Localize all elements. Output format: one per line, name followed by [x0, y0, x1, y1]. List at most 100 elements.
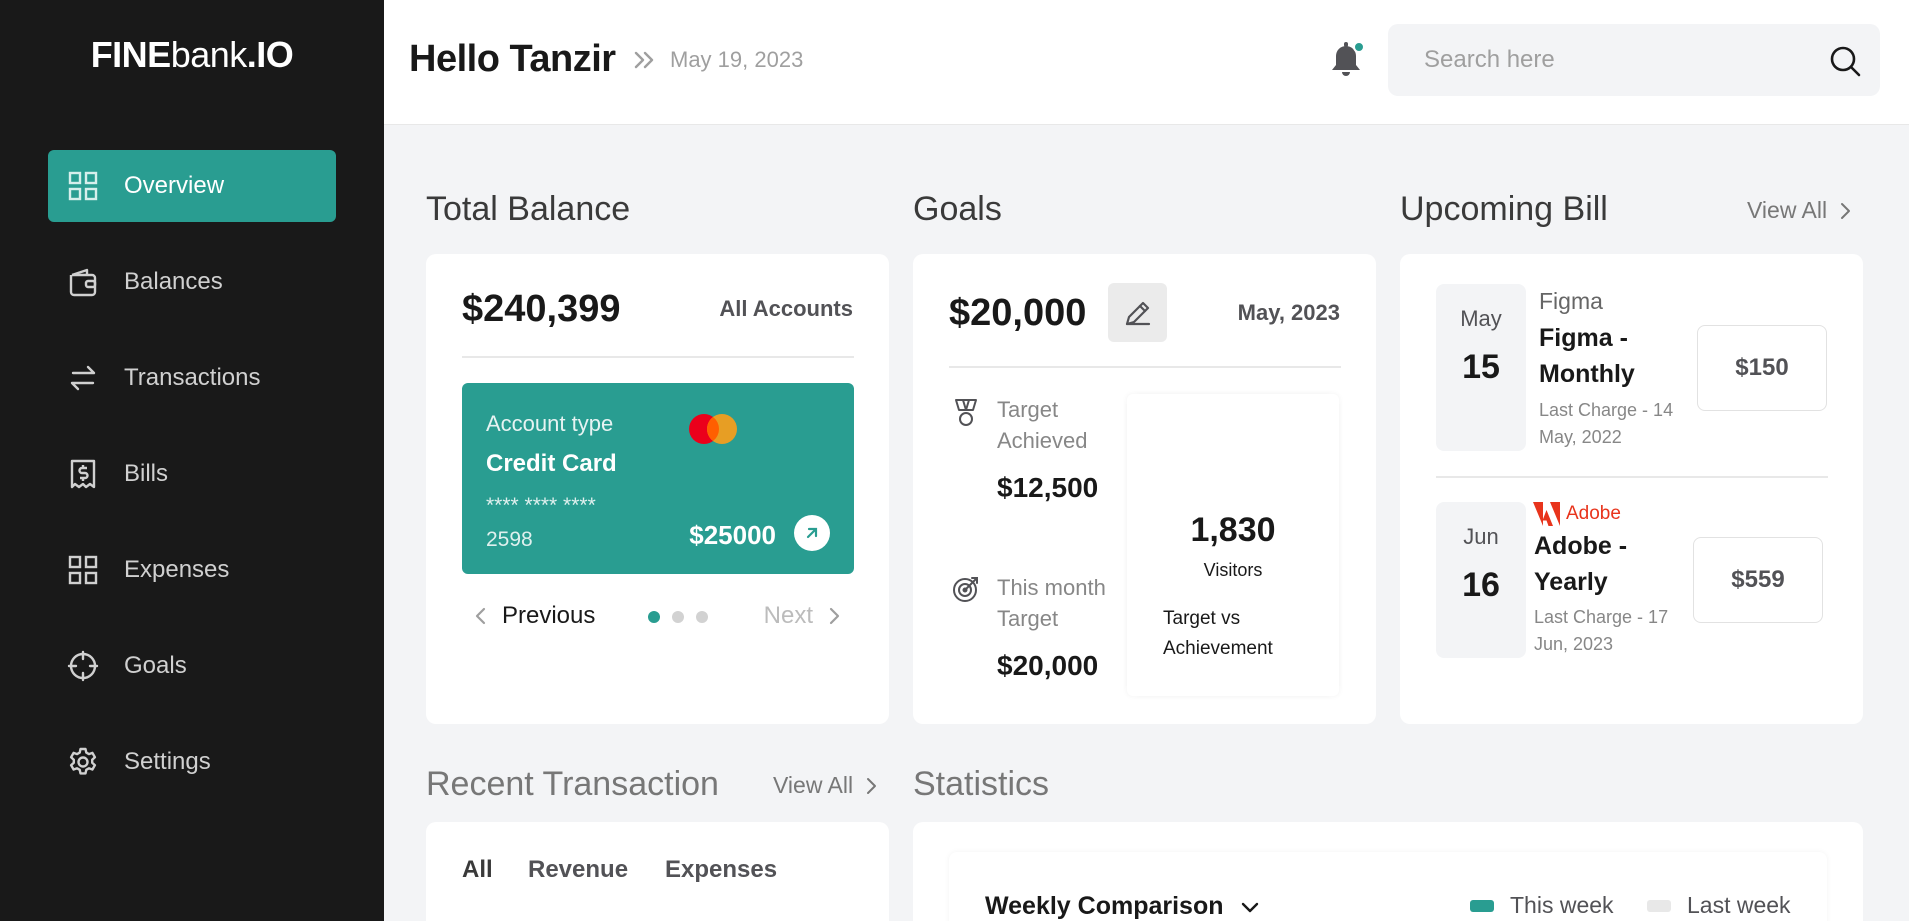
arrow-up-right-icon: [806, 527, 818, 539]
bill-meta: Last Charge - 14 May, 2022: [1539, 400, 1674, 447]
grid-icon: [66, 553, 100, 587]
bill-brand: Adobe: [1566, 503, 1621, 524]
bill-title: Adobe - Yearly: [1534, 532, 1628, 596]
month-target-value: $20,000: [997, 650, 1099, 681]
bill-icon: [66, 457, 100, 491]
card-number-last: 2598: [486, 528, 533, 551]
statistics-title: Statistics: [913, 765, 1050, 803]
total-balance-title: Total Balance: [426, 190, 631, 228]
search-input[interactable]: [1388, 24, 1808, 96]
view-all-label: View All: [773, 772, 854, 798]
medal-icon: [955, 399, 977, 426]
legend-swatch: [1470, 899, 1494, 912]
target-vs-achievement-chart: 1,830 Visitors Target vs Achievement: [1127, 394, 1339, 696]
chart-caption: Target vs Achievement: [1163, 608, 1273, 659]
bill-day: 16: [1462, 566, 1500, 604]
bill-meta: Last Charge - 17 Jun, 2023: [1534, 607, 1669, 654]
legend-last-week: Last week: [1647, 892, 1791, 919]
legend-swatch: [1647, 899, 1671, 912]
statistics-card: Weekly Comparison This week Last week: [913, 822, 1863, 921]
crosshair-icon: [66, 649, 100, 683]
sidebar-item-goals[interactable]: Goals: [48, 630, 336, 702]
previous-button[interactable]: Previous: [470, 602, 595, 630]
divider: [1436, 476, 1828, 478]
gear-icon: [66, 745, 100, 779]
bill-month: Jun: [1463, 524, 1499, 549]
grid-icon: [66, 169, 100, 203]
bills-view-all-link[interactable]: View All: [1747, 197, 1855, 224]
goal-date: May, 2023: [1237, 300, 1340, 325]
next-label: Next: [763, 602, 813, 629]
card-number: **** **** **** 2598: [486, 489, 646, 557]
bill-date: May 15: [1436, 284, 1526, 451]
card-open-button[interactable]: [794, 515, 830, 551]
total-balance-card: $240,399 All Accounts Account type Credi…: [426, 254, 889, 724]
account-type-label: Account type: [486, 411, 614, 436]
sidebar-item-label: Transactions: [124, 364, 261, 391]
pencil-icon: [1125, 301, 1150, 325]
divider: [462, 356, 854, 358]
bill-title: Figma - Monthly: [1539, 324, 1635, 388]
goal-amount: $20,000: [949, 292, 1087, 334]
upcoming-bill-title: Upcoming Bill: [1400, 190, 1608, 228]
sidebar-item-expenses[interactable]: Expenses: [48, 534, 336, 606]
dropdown-label: Weekly Comparison: [985, 892, 1224, 920]
chevron-left-icon: [475, 607, 486, 625]
sidebar-item-label: Overview: [124, 172, 225, 199]
transactions-view-all-link[interactable]: View All: [773, 772, 881, 799]
sidebar-item-label: Settings: [124, 748, 211, 775]
total-balance-amount: $240,399: [462, 288, 621, 330]
sidebar-item-label: Balances: [124, 268, 223, 295]
card-number-masked: **** **** ****: [486, 494, 596, 517]
chevron-right-icon: [829, 607, 840, 625]
mastercard-icon: [689, 414, 737, 444]
pagination-dot[interactable]: [648, 611, 660, 623]
adobe-logo-icon: [1533, 502, 1560, 526]
app-logo[interactable]: FINEbank.IO: [0, 34, 384, 76]
legend-label: This week: [1510, 892, 1614, 918]
sidebar-item-bills[interactable]: Bills: [48, 438, 336, 510]
sidebar-item-label: Expenses: [124, 556, 230, 583]
tab-revenue[interactable]: Revenue: [528, 856, 628, 884]
chevron-down-icon: [1241, 902, 1258, 912]
search-bar: [1388, 24, 1880, 96]
bill-amount-button[interactable]: $559: [1693, 537, 1823, 623]
all-accounts-link[interactable]: All Accounts: [719, 296, 853, 322]
recent-transaction-card: All Revenue Expenses: [426, 822, 889, 921]
chevron-right-icon: [1841, 202, 1851, 219]
pagination-dot[interactable]: [696, 611, 708, 623]
bill-day: 15: [1462, 348, 1500, 386]
transfer-icon: [66, 361, 100, 395]
sidebar-item-balances[interactable]: Balances: [48, 246, 336, 318]
tab-all[interactable]: All: [462, 856, 493, 884]
bill-amount-button[interactable]: $150: [1697, 325, 1827, 411]
edit-goal-button[interactable]: [1108, 283, 1167, 342]
tab-expenses[interactable]: Expenses: [665, 856, 777, 884]
notification-bell-icon[interactable]: [1328, 40, 1366, 80]
wallet-icon: [66, 265, 100, 299]
target-icon: [953, 577, 978, 602]
weekly-comparison-dropdown[interactable]: Weekly Comparison: [985, 892, 1262, 921]
notification-dot: [1353, 41, 1365, 53]
double-chevron-right-icon: [634, 51, 654, 69]
bill-month: May: [1460, 306, 1502, 331]
header-date: May 19, 2023: [670, 47, 804, 72]
previous-label: Previous: [502, 602, 596, 629]
goals-title: Goals: [913, 190, 1002, 228]
sidebar-item-overview[interactable]: Overview: [48, 150, 336, 222]
top-bar: Hello Tanzir May 19, 2023: [384, 0, 1909, 125]
credit-card[interactable]: Account type Credit Card **** **** **** …: [462, 383, 854, 574]
pagination-dots: [648, 611, 708, 623]
sidebar-item-transactions[interactable]: Transactions: [48, 342, 336, 414]
upcoming-bill-card: May 15 Figma Figma - Monthly Last Charge…: [1400, 254, 1863, 724]
visitors-value: 1,830: [1190, 511, 1276, 549]
next-button[interactable]: Next: [764, 602, 845, 630]
sidebar-item-label: Goals: [124, 652, 187, 679]
sidebar-item-settings[interactable]: Settings: [48, 726, 336, 798]
month-target-label: This month Target: [997, 575, 1106, 631]
target-achieved-value: $12,500: [997, 472, 1099, 503]
card-name: Credit Card: [486, 450, 617, 477]
pagination-dot[interactable]: [672, 611, 684, 623]
sidebar: FINEbank.IO Overview Balances Transactio…: [0, 0, 384, 921]
search-icon[interactable]: [1828, 44, 1862, 78]
